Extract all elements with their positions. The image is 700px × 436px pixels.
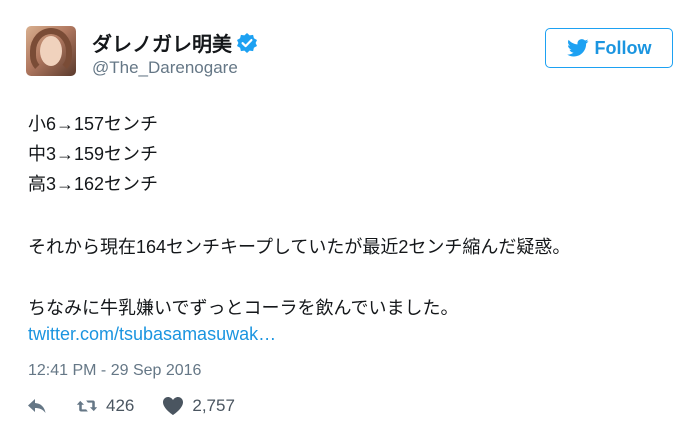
like-button[interactable]: 2,757 [162,396,235,416]
name-row: ダレノガレ明美 [92,28,257,57]
tweet-line-4: それから現在164センチキープしていたが最近2センチ縮んだ疑惑。 [28,237,571,257]
tweet-line-5: ちなみに牛乳嫌いでずっとコーラを飲んでいました。 [28,298,459,318]
follow-button[interactable]: Follow [545,28,673,68]
tweet-line-2: 中3→159センチ [28,144,159,164]
tweet-link[interactable]: twitter.com/tsubasamasuwak… [28,324,276,345]
display-name[interactable]: ダレノガレ明美 [92,28,232,57]
heart-icon [163,397,184,415]
user-handle[interactable]: @The_Darenogare [92,58,238,78]
tweet-line-3: 高3→162センチ [28,174,159,194]
reply-button[interactable] [26,396,48,416]
tweet-timestamp[interactable]: 12:41 PM - 29 Sep 2016 [28,362,201,380]
tweet-line-1: 小6→157センチ [28,114,159,134]
verified-badge-icon [237,32,257,53]
retweet-button[interactable]: 426 [76,396,134,416]
follow-label: Follow [594,37,652,58]
avatar-face [40,36,62,66]
like-count: 2,757 [192,396,235,415]
avatar[interactable] [26,26,76,76]
reply-icon [28,399,46,413]
twitter-bird-icon [566,39,588,57]
retweet-icon [76,400,98,412]
tweet-actions: 426 2,757 [26,396,263,416]
retweet-count: 426 [106,396,135,415]
tweet-card: ダレノガレ明美 @The_Darenogare Follow 小6→157センチ… [0,0,700,436]
